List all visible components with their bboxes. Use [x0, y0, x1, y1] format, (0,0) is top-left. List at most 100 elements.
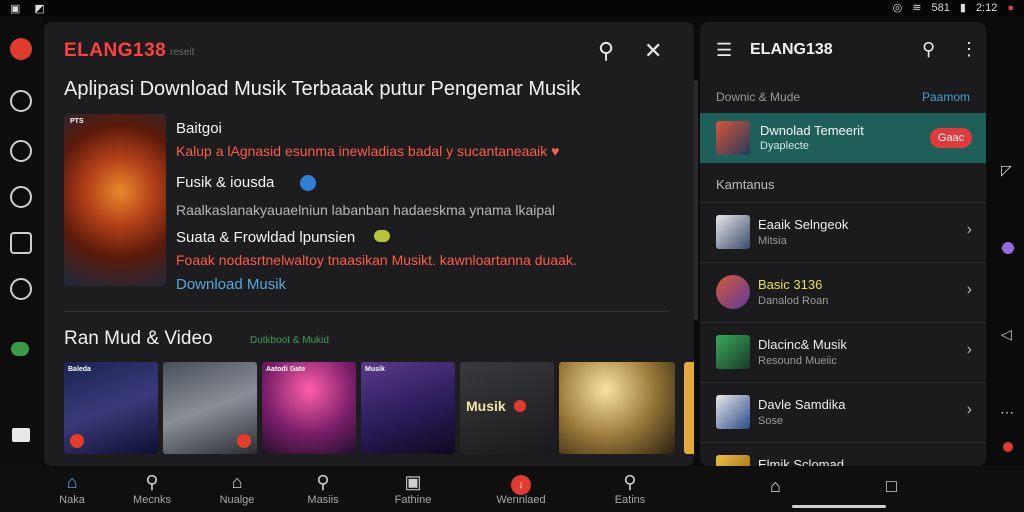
chevron-right-icon: › — [966, 341, 972, 358]
video-thumbnail[interactable] — [163, 362, 257, 454]
back-icon[interactable]: ◁ — [1001, 326, 1012, 343]
record-icon[interactable] — [1003, 442, 1013, 452]
nav-download[interactable]: ↓ Wennlaed — [481, 470, 561, 506]
section-label: Downic & Mude — [716, 90, 801, 104]
battery-icon: ▮ — [959, 2, 966, 14]
gallery-icon[interactable] — [10, 232, 32, 254]
feature-text: Foaak nodasrtnelwaltoy tnaasikan Musikt.… — [176, 252, 577, 268]
video-thumbnail[interactable]: Aatodi Gate — [262, 362, 356, 454]
app-icon[interactable] — [10, 38, 32, 60]
thumb-label: Musik — [466, 398, 506, 414]
item-title: Davle Samdika — [758, 397, 846, 412]
thumb-label: Aatodi Gate — [266, 366, 306, 373]
notification-icon: ◩ — [34, 3, 45, 15]
thumbnail — [716, 455, 750, 466]
clock-icon[interactable] — [10, 90, 32, 112]
video-thumbnail[interactable]: Musik — [361, 362, 455, 454]
history-icon[interactable] — [10, 278, 32, 300]
video-thumbnail[interactable] — [684, 362, 694, 454]
search-icon: ⚲ — [145, 472, 159, 492]
nav-music[interactable]: ⚲ Masiis — [283, 470, 363, 506]
logo-subtitle: reseit — [170, 47, 195, 58]
video-thumbnail[interactable] — [559, 362, 675, 454]
poster-tag: PTS — [70, 118, 84, 125]
side-brand: ELANG138 — [750, 41, 833, 58]
vibrate-icon: ◎ — [892, 2, 903, 14]
download-icon: ↓ — [481, 470, 561, 495]
check-icon[interactable] — [10, 140, 32, 162]
nav-feature[interactable]: ▣ Fathine — [373, 470, 453, 506]
folder-icon[interactable] — [12, 428, 30, 442]
nav-library[interactable]: ⌂ Nualge — [197, 470, 277, 506]
item-subtitle: Danalod Roan — [758, 295, 829, 307]
section-subtitle: Dutkboot & Mukid — [250, 335, 329, 346]
highlight-item[interactable]: Dwnolad Temeerit Dyaplecte Gaac — [700, 113, 986, 163]
signal-text: 581 — [931, 1, 950, 14]
note-icon[interactable]: ◸ — [1001, 162, 1012, 179]
section-action[interactable]: Paamom — [922, 90, 970, 104]
nav-search[interactable]: ⚲ Mecnks — [112, 470, 192, 506]
nav-chat[interactable]: ⚲ Eatins — [590, 470, 670, 506]
item-title: Basic 3136 — [758, 277, 823, 292]
chevron-right-icon: › — [966, 401, 972, 418]
feature-text: Kalup a lAgnasid esunma inewladias badal… — [176, 143, 560, 159]
play-icon — [237, 434, 251, 448]
home-icon: ⌂ — [66, 472, 78, 492]
video-thumbnail[interactable]: Musik — [460, 362, 554, 454]
video-thumbnail[interactable]: Baleda — [64, 362, 158, 454]
refresh-icon[interactable] — [10, 186, 32, 208]
left-rail — [0, 16, 42, 466]
home-button-icon[interactable]: ⌂ — [770, 476, 781, 497]
item-title: Elmik Sclomad — [758, 457, 844, 466]
thumbnail — [716, 275, 750, 309]
thumbnail — [716, 335, 750, 369]
section-title: Ran Mud & Video — [64, 328, 213, 349]
clock: 2:12 — [975, 1, 998, 14]
nav-home[interactable]: ⌂ Naka — [32, 470, 112, 506]
download-link[interactable]: Download Musik — [176, 276, 286, 293]
more-icon[interactable]: ⋯ — [1000, 404, 1014, 421]
list-item[interactable]: Basic 3136 Danalod Roan › — [700, 262, 986, 322]
divider — [64, 311, 670, 312]
list-item[interactable]: Elmik Sclomad › — [700, 442, 986, 466]
list-item[interactable]: Eaaik Selngeok Mitsia › — [700, 202, 986, 262]
chat-icon[interactable] — [11, 342, 29, 356]
record-icon: ● — [1007, 1, 1014, 14]
item-subtitle: Mitsia — [758, 235, 787, 247]
gesture-bar[interactable] — [792, 505, 886, 508]
list-item[interactable]: Davle Samdika Sose › — [700, 382, 986, 442]
image-icon: ▣ — [404, 472, 422, 492]
download-button[interactable]: Gaac — [930, 128, 972, 148]
edge-bar: ◸ ◁ ⋯ — [990, 150, 1024, 470]
close-icon[interactable]: ✕ — [644, 38, 662, 64]
more-icon[interactable]: ⋮ — [960, 39, 978, 60]
chat-icon: ⚲ — [623, 472, 637, 492]
page-title: Aplipasi Download Musik Terbaaak putur P… — [64, 78, 581, 100]
library-icon: ⌂ — [231, 472, 243, 492]
record-icon — [514, 400, 526, 412]
app-icon[interactable] — [1002, 242, 1014, 254]
item-subtitle: Sose — [758, 415, 784, 427]
thumbnail — [716, 215, 750, 249]
list-item[interactable]: Dlacinc& Musik Resound Mueiic › — [700, 322, 986, 382]
logo: ELANG138 — [64, 40, 167, 61]
search-icon[interactable]: ⚲ — [598, 38, 614, 64]
status-bar: ▣ ◩ ◎ ≋ 581 ▮ 2:12 ● — [0, 0, 1024, 16]
thumb-label: Baleda — [68, 366, 91, 373]
scrollbar[interactable] — [694, 80, 698, 320]
menu-icon[interactable]: ☰ — [716, 40, 732, 61]
feature-heading: Baitgoi — [176, 120, 222, 137]
wifi-icon: ≋ — [912, 2, 922, 14]
feature-text: Raalkaslanakyauaelniun labanban hadaeskm… — [176, 202, 556, 218]
feature-heading: Fusik & iousda — [176, 174, 275, 191]
play-icon — [70, 434, 84, 448]
search-icon[interactable]: ⚲ — [922, 39, 935, 60]
chevron-right-icon: › — [966, 281, 972, 298]
gallery-icon: ▣ — [10, 3, 21, 15]
thumbnail — [716, 395, 750, 429]
item-subtitle: Resound Mueiic — [758, 355, 837, 367]
featured-poster[interactable]: PTS — [64, 114, 166, 286]
thumb-label: Musik — [365, 366, 385, 373]
verified-icon — [300, 175, 316, 191]
recents-icon[interactable]: □ — [886, 476, 897, 497]
